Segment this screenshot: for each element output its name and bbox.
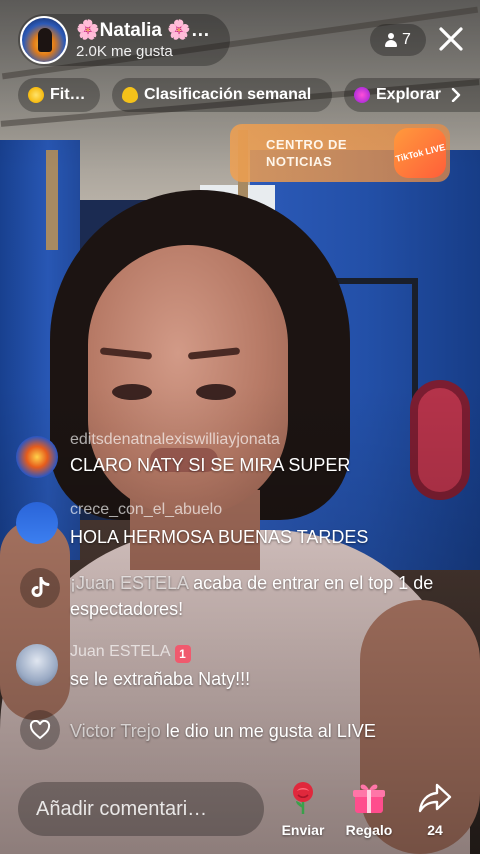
chat-like-message: Victor Trejo le dio un me gusta al LIVE [16, 710, 466, 754]
viewer-count: 7 [402, 31, 411, 48]
gift-icon [353, 784, 385, 813]
host-profile-pill[interactable]: 🌸Natalia 🌸… 2.0K me gusta [18, 14, 230, 66]
chat-username[interactable]: editsdenatnalexiswilliayjonata [70, 430, 280, 450]
close-icon [439, 27, 463, 51]
news-center-banner[interactable]: CENTRO DE NOTICIAS TikTok LIVE [230, 124, 450, 182]
host-avatar[interactable] [20, 16, 68, 64]
close-button[interactable] [434, 22, 468, 56]
chip-label: Clasificación semanal [144, 86, 312, 103]
like-username[interactable]: Victor Trejo [70, 721, 161, 741]
share-count: 24 [427, 822, 443, 838]
like-body: le dio un me gusta al LIVE [160, 721, 376, 741]
chip-explore[interactable]: Explorar [344, 78, 480, 112]
send-label: Enviar [281, 822, 325, 838]
send-rose-button[interactable]: Enviar [273, 780, 333, 842]
news-banner-title: CENTRO DE NOTICIAS [266, 137, 348, 169]
heart-icon-circle [20, 710, 60, 750]
tiktok-live-badge-text: TikTok LIVE [394, 142, 446, 164]
comment-placeholder: Añadir comentari… [36, 797, 208, 820]
like-text: Victor Trejo le dio un me gusta al LIVE [70, 718, 465, 744]
chip-label: Explorar [376, 86, 441, 103]
chevron-right-icon [451, 88, 461, 102]
rose-icon [293, 782, 313, 814]
chat-username[interactable]: crece_con_el_abuelo [70, 500, 222, 520]
host-name[interactable]: 🌸Natalia 🌸… [76, 20, 210, 42]
chip-fitness[interactable]: Fit… [18, 78, 100, 112]
chat-message[interactable]: editsdenatnalexiswilliayjonata CLARO NAT… [16, 430, 466, 480]
gift-button[interactable]: Regalo [339, 780, 399, 842]
user-avatar[interactable] [16, 436, 58, 478]
gift-label: Regalo [345, 822, 393, 838]
host-likes-count: 2.0K me gusta [76, 42, 173, 60]
tiktok-icon-circle [20, 568, 60, 608]
person-icon [385, 33, 398, 47]
system-text: ¡Juan ESTELA acaba de entrar en el top 1… [70, 570, 465, 622]
tiktok-icon [31, 577, 50, 597]
share-arrow-icon [418, 783, 452, 813]
chip-weekly-ranking[interactable]: Clasificación semanal [112, 78, 332, 112]
chat-message[interactable]: Juan ESTELA 1 se le extrañaba Naty!!! [16, 640, 466, 692]
viewer-count-button[interactable]: 7 [370, 24, 426, 56]
chat-text: CLARO NATY SI SE MIRA SUPER [70, 455, 351, 475]
comment-input[interactable]: Añadir comentari… [18, 782, 264, 836]
coin-icon [28, 87, 44, 103]
chat-text: se le extrañaba Naty!!! [70, 669, 251, 689]
avatar-figure [38, 28, 52, 52]
tiktok-live-badge: TikTok LIVE [394, 128, 446, 178]
host-info: 🌸Natalia 🌸… 2.0K me gusta [76, 20, 210, 61]
chat-username[interactable]: Juan ESTELA 1 [70, 642, 191, 663]
heart-outline-icon [29, 720, 51, 740]
chat-username-text: Juan ESTELA [70, 643, 171, 660]
user-avatar[interactable] [16, 502, 58, 544]
system-username[interactable]: ¡Juan ESTELA [70, 573, 188, 593]
share-button[interactable]: 24 [405, 780, 465, 842]
chat-message[interactable]: crece_con_el_abuelo HOLA HERMOSA BUENAS … [16, 500, 466, 550]
chip-label: Fit… [50, 86, 86, 103]
explore-orb-icon [354, 87, 370, 103]
chat-system-message: ¡Juan ESTELA acaba de entrar en el top 1… [16, 568, 466, 624]
flame-icon [122, 87, 138, 103]
live-chat: editsdenatnalexiswilliayjonata CLARO NAT… [16, 430, 466, 760]
top-rank-badge: 1 [174, 645, 191, 663]
user-avatar[interactable] [16, 644, 58, 686]
chat-text: HOLA HERMOSA BUENAS TARDES [70, 527, 369, 547]
